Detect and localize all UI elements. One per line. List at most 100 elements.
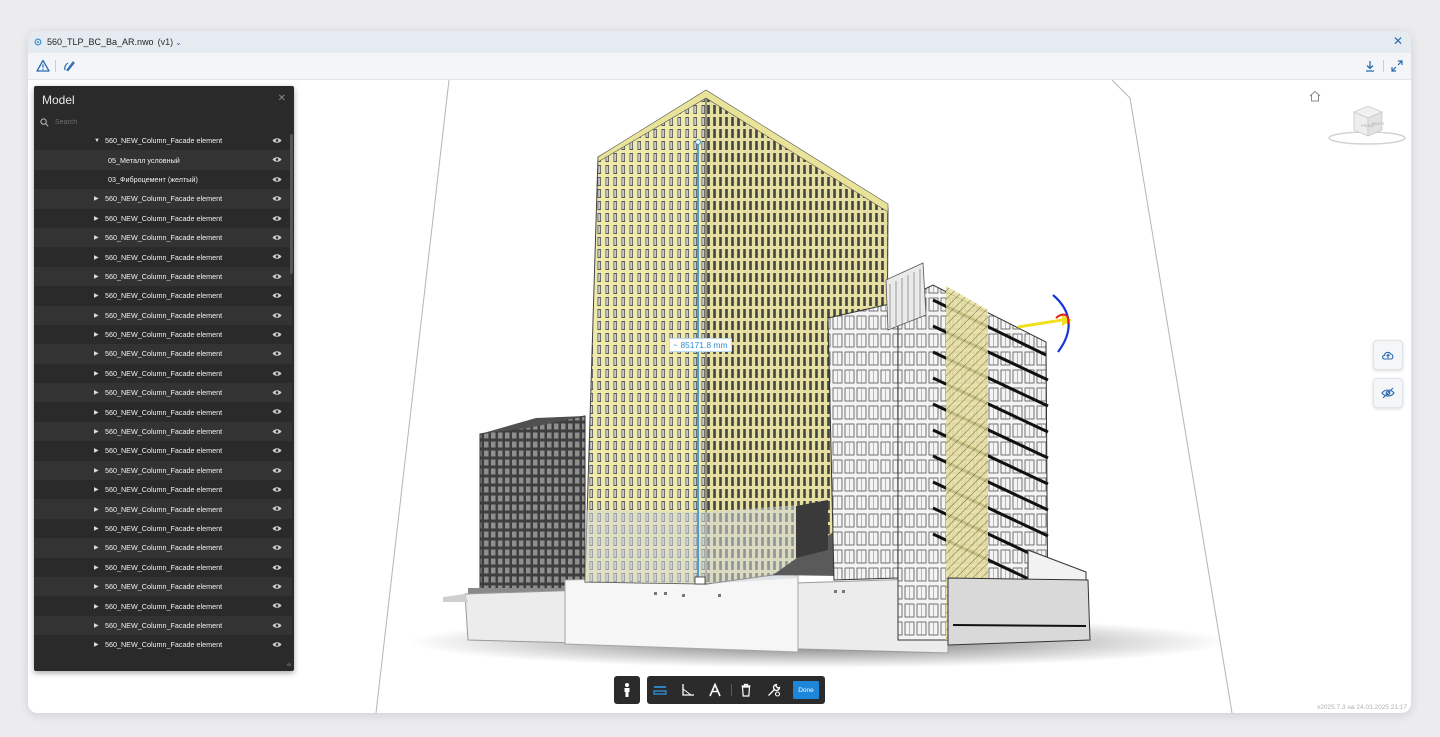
file-version[interactable]: (v1) [158,37,174,47]
eye-icon[interactable] [272,215,282,222]
tree-item[interactable]: ▶560_NEW_Column_Facade element [34,383,292,402]
tree-item[interactable]: ▶560_NEW_Column_Facade element [34,364,292,383]
tree-item[interactable]: ▶560_NEW_Column_Facade element [34,209,292,228]
eye-icon[interactable] [272,389,282,396]
download-icon[interactable] [1362,58,1378,74]
caret-right-icon[interactable]: ▶ [94,195,99,202]
tree-item[interactable]: ▶560_NEW_Column_Facade element [34,577,292,596]
eye-icon[interactable] [272,525,282,532]
caret-right-icon[interactable]: ▶ [94,583,99,590]
tree-item[interactable]: 03_Фиброцемент (желтый) [34,170,292,189]
first-person-button[interactable] [614,676,640,704]
angle-icon[interactable] [680,682,696,698]
area-icon[interactable] [707,682,723,698]
eye-icon[interactable] [272,176,282,183]
scrollbar[interactable] [290,134,293,274]
measurement-label[interactable]: ~ 85171.8 mm [669,338,732,352]
caret-right-icon[interactable]: ▶ [94,273,99,280]
tree-item[interactable]: ▶560_NEW_Column_Facade element [34,286,292,305]
eye-icon[interactable] [272,234,282,241]
eye-icon[interactable] [272,583,282,590]
caret-right-icon[interactable]: ▶ [94,486,99,493]
caret-right-icon[interactable]: ▶ [94,564,99,571]
eye-icon[interactable] [272,467,282,474]
tree-item[interactable]: ▶560_NEW_Column_Facade element [34,189,292,208]
home-icon[interactable] [1308,89,1322,103]
tree-item[interactable]: ▶560_NEW_Column_Facade element [34,596,292,615]
settings-icon[interactable] [766,682,782,698]
caret-right-icon[interactable]: ▶ [94,544,99,551]
caret-right-icon[interactable]: ▶ [94,641,99,648]
tree-item[interactable]: ▶560_NEW_Column_Facade element [34,228,292,247]
tree-item[interactable]: ▶560_NEW_Column_Facade element [34,519,292,538]
eye-icon[interactable] [272,564,282,571]
caret-right-icon[interactable]: ▶ [94,603,99,610]
close-icon[interactable]: ✕ [1393,35,1403,47]
caret-right-icon[interactable]: ▶ [94,234,99,241]
eye-icon[interactable] [272,195,282,202]
tree-item[interactable]: ▶560_NEW_Column_Facade element [34,616,292,635]
tree-item[interactable]: ▶560_NEW_Column_Facade element [34,499,292,518]
caret-right-icon[interactable]: ▶ [94,447,99,454]
eye-icon[interactable] [272,622,282,629]
caret-right-icon[interactable]: ▶ [94,428,99,435]
eye-icon[interactable] [272,273,282,280]
tree-item[interactable]: ▶560_NEW_Column_Facade element [34,306,292,325]
tree-item[interactable]: ▶560_NEW_Column_Facade element [34,480,292,499]
eye-icon[interactable] [272,156,282,163]
eye-icon[interactable] [272,505,282,512]
eye-icon[interactable] [272,331,282,338]
viewcube[interactable]: FRONT RIGHT [1326,100,1408,150]
tree-item[interactable]: ▶560_NEW_Column_Facade element [34,402,292,421]
tree-item[interactable]: ▶560_NEW_Column_Facade element [34,267,292,286]
caret-right-icon[interactable]: ▶ [94,292,99,299]
eye-icon[interactable] [272,447,282,454]
eye-icon[interactable] [272,602,282,609]
eye-icon[interactable] [272,312,282,319]
caret-right-icon[interactable]: ▶ [94,506,99,513]
distance-icon[interactable] [652,682,668,698]
tree-item[interactable]: ▶560_NEW_Column_Facade element [34,558,292,577]
warning-triangle-icon[interactable] [35,58,51,74]
caret-down-icon[interactable]: ▼ [94,138,100,144]
tree-item[interactable]: ▶560_NEW_Column_Facade element [34,538,292,557]
markup-pen-icon[interactable] [61,58,77,74]
eye-icon[interactable] [272,137,282,144]
tree-item[interactable]: ▶560_NEW_Column_Facade element [34,461,292,480]
caret-right-icon[interactable]: ▶ [94,370,99,377]
search-input[interactable] [53,118,257,127]
caret-right-icon[interactable]: ▶ [94,622,99,629]
tree-item[interactable]: ▶560_NEW_Column_Facade element [34,635,292,654]
caret-right-icon[interactable]: ▶ [94,331,99,338]
caret-right-icon[interactable]: ▶ [94,409,99,416]
eye-icon[interactable] [272,253,282,260]
caret-right-icon[interactable]: ▶ [94,215,99,222]
caret-right-icon[interactable]: ▶ [94,467,99,474]
fullscreen-icon[interactable] [1389,58,1405,74]
chevron-down-icon[interactable]: ⌄ [175,38,182,47]
eye-icon[interactable] [272,486,282,493]
tree-item[interactable]: ▶560_NEW_Column_Facade element [34,422,292,441]
eye-icon[interactable] [272,428,282,435]
eye-icon[interactable] [272,408,282,415]
eye-icon[interactable] [272,544,282,551]
eye-icon[interactable] [272,641,282,648]
caret-right-icon[interactable]: ▶ [94,254,99,261]
tree-item[interactable]: 05_Металл условный [34,150,292,169]
caret-right-icon[interactable]: ▶ [94,389,99,396]
tree-item[interactable]: ▶560_NEW_Column_Facade element [34,441,292,460]
cloud-upload-button[interactable] [1373,340,1403,370]
close-icon[interactable]: ✕ [278,93,286,104]
eye-icon[interactable] [272,350,282,357]
tree-item[interactable]: ▼560_NEW_Column_Facade element [34,131,292,150]
caret-right-icon[interactable]: ▶ [94,525,99,532]
delete-icon[interactable] [738,682,754,698]
done-button[interactable]: Done [793,681,819,699]
tree-item[interactable]: ▶560_NEW_Column_Facade element [34,247,292,266]
resize-handle[interactable]: ≐ [286,661,292,669]
tree-item[interactable]: ▶560_NEW_Column_Facade element [34,325,292,344]
eye-icon[interactable] [272,292,282,299]
eye-icon[interactable] [272,370,282,377]
tree-item[interactable]: ▶560_NEW_Column_Facade element [34,344,292,363]
caret-right-icon[interactable]: ▶ [94,312,99,319]
